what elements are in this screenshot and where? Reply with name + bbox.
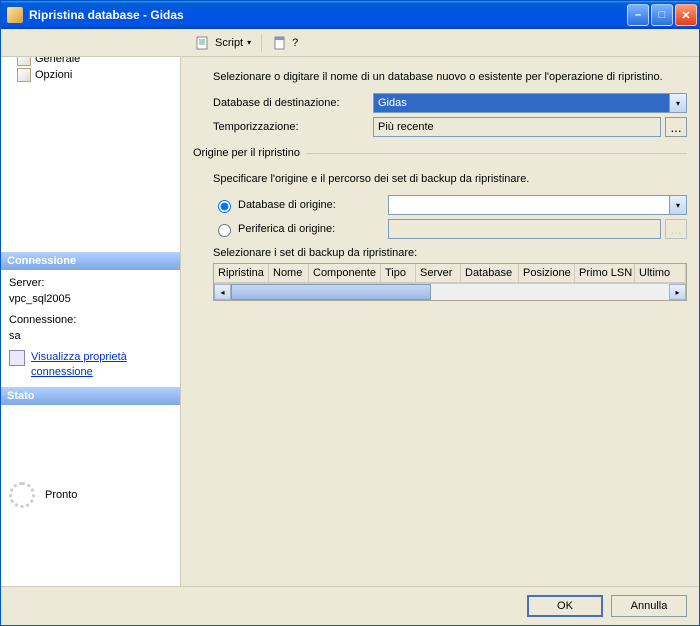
time-label: Temporizzazione: — [213, 121, 373, 133]
scroll-track[interactable] — [431, 284, 669, 300]
properties-icon — [9, 350, 25, 366]
source-db-input[interactable] — [388, 195, 670, 215]
grid-header: Ripristina Nome Componente Tipo Server D… — [214, 264, 686, 283]
backup-sets-label: Selezionare i set di backup da ripristin… — [213, 247, 687, 259]
minimize-button[interactable]: – — [627, 4, 649, 26]
sidebar: Selezione pagina Generale Opzioni Connes… — [1, 29, 181, 586]
section-destination-body: Selezionare o digitare il nome di un dat… — [193, 65, 687, 141]
maximize-button[interactable]: □ — [651, 4, 673, 26]
col-nome[interactable]: Nome — [269, 264, 309, 282]
col-server[interactable]: Server — [416, 264, 461, 282]
dest-db-input[interactable] — [373, 93, 670, 113]
dest-db-combo[interactable]: ▾ — [373, 93, 687, 113]
source-db-label[interactable]: Database di origine: — [238, 199, 388, 211]
connection-value: sa — [9, 329, 172, 344]
radio-row-db: Database di origine: ▾ — [213, 195, 687, 215]
toolbar-separator — [261, 34, 262, 52]
help-label: ? — [292, 37, 298, 49]
script-icon — [195, 35, 211, 51]
radio-row-dev: Periferica di origine: ... — [213, 219, 687, 239]
scroll-left-button[interactable]: ◂ — [214, 284, 231, 300]
destination-desc: Selezionare o digitare il nome di un dat… — [213, 71, 687, 83]
col-posizione[interactable]: Posizione — [519, 264, 575, 282]
source-desc: Specificare l'origine e il percorso dei … — [213, 173, 687, 185]
col-ripristina[interactable]: Ripristina — [214, 264, 269, 282]
col-primo-lsn[interactable]: Primo LSN — [575, 264, 635, 282]
spinner-icon — [9, 482, 35, 508]
close-button[interactable]: ✕ — [675, 4, 697, 26]
chevron-down-icon: ▾ — [676, 201, 680, 210]
scroll-right-button[interactable]: ▸ — [669, 284, 686, 300]
server-value: vpc_sql2005 — [9, 292, 172, 307]
source-device-input — [388, 219, 661, 239]
dest-db-label: Database di destinazione: — [213, 97, 373, 109]
scroll-thumb[interactable] — [231, 284, 431, 300]
page-item-opzioni[interactable]: Opzioni — [7, 67, 174, 83]
app-icon — [7, 7, 23, 23]
view-connection-properties-link[interactable]: Visualizza proprietà connessione — [31, 350, 172, 381]
backup-sets-grid[interactable]: Ripristina Nome Componente Tipo Server D… — [213, 263, 687, 301]
dialog-window: Ripristina database - Gidas – □ ✕ Selezi… — [0, 0, 700, 626]
section-source-body: Specificare l'origine e il percorso dei … — [193, 167, 687, 301]
document-icon — [272, 35, 288, 51]
server-label: Server: — [9, 276, 172, 291]
dest-db-dropdown-button[interactable]: ▾ — [670, 93, 687, 113]
action-button[interactable]: ? — [268, 33, 302, 53]
source-device-browse-button: ... — [665, 219, 687, 239]
col-ultimo[interactable]: Ultimo — [635, 264, 686, 282]
sidebar-header-status: Stato — [1, 387, 180, 405]
script-button[interactable]: Script ▾ — [191, 33, 255, 53]
connection-label: Connessione: — [9, 313, 172, 328]
script-label: Script — [215, 37, 243, 49]
source-db-radio[interactable] — [218, 200, 231, 213]
source-db-combo[interactable]: ▾ — [388, 195, 687, 215]
footer: OK Annulla — [1, 586, 699, 625]
chevron-down-icon: ▾ — [247, 38, 251, 47]
source-device-radio[interactable] — [218, 224, 231, 237]
col-database[interactable]: Database — [461, 264, 519, 282]
titlebar-text: Ripristina database - Gidas — [29, 8, 627, 22]
cancel-button[interactable]: Annulla — [611, 595, 687, 617]
status-text: Pronto — [45, 489, 77, 501]
backup-sets-area: Selezionare i set di backup da ripristin… — [213, 247, 687, 301]
col-componente[interactable]: Componente — [309, 264, 381, 282]
hscrollbar[interactable]: ◂ ▸ — [214, 283, 686, 300]
time-browse-button[interactable]: ... — [665, 117, 687, 137]
source-db-dropdown-button[interactable]: ▾ — [670, 195, 687, 215]
connection-panel: Server: vpc_sql2005 Connessione: sa Visu… — [1, 270, 180, 386]
col-tipo[interactable]: Tipo — [381, 264, 416, 282]
page-item-label: Opzioni — [35, 69, 72, 81]
ok-button[interactable]: OK — [527, 595, 603, 617]
toolbar: Script ▾ ? — [1, 29, 699, 57]
section-source-title: Origine per il ripristino — [193, 147, 687, 159]
titlebar: Ripristina database - Gidas – □ ✕ — [1, 1, 699, 29]
sidebar-header-connection: Connessione — [1, 252, 180, 270]
window-controls: – □ ✕ — [627, 4, 697, 26]
main-panel: Destinazione per il ripristino Seleziona… — [181, 29, 699, 586]
dialog-body: Selezione pagina Generale Opzioni Connes… — [1, 29, 699, 586]
page-icon — [17, 68, 31, 82]
time-input — [373, 117, 661, 137]
chevron-down-icon: ▾ — [676, 99, 680, 108]
status-panel: Pronto — [1, 405, 180, 586]
source-device-label[interactable]: Periferica di origine: — [238, 223, 388, 235]
